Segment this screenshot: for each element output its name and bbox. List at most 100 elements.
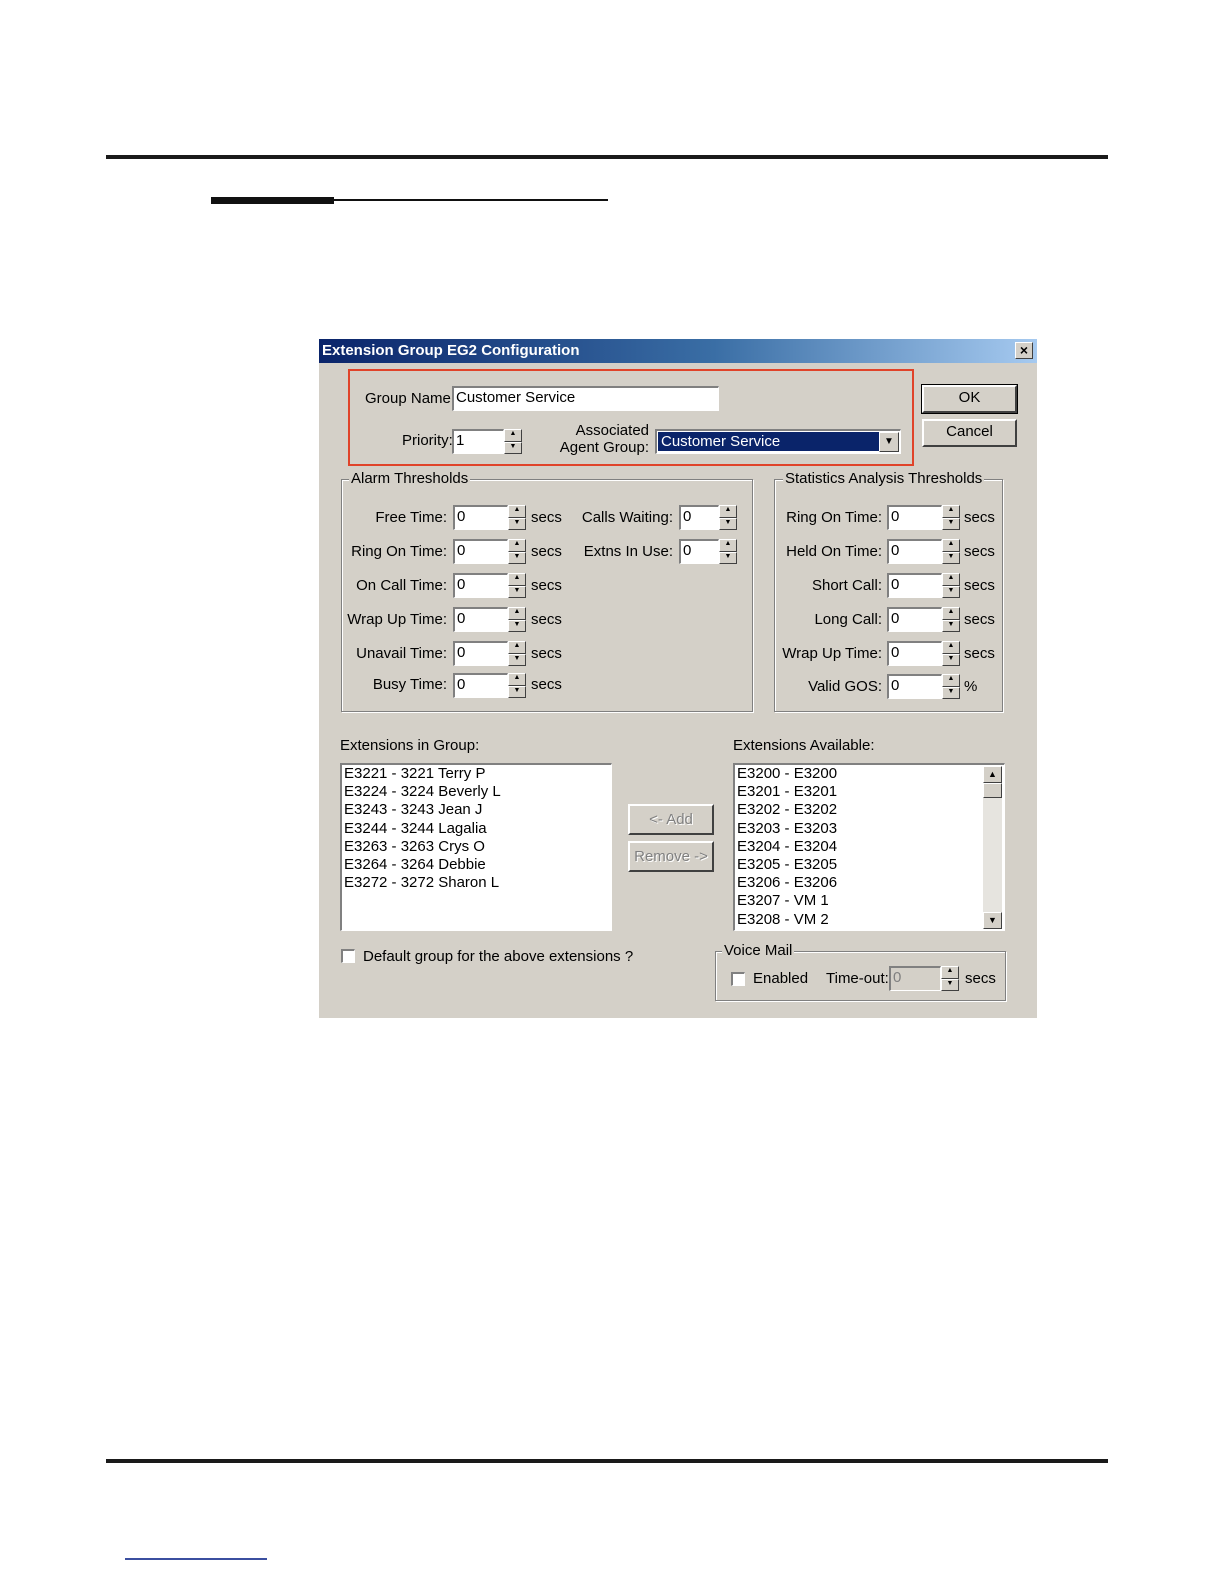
extension-group-dialog: Extension Group EG2 Configuration × Grou… [319, 339, 1037, 1018]
agent-group-selected-value: Customer Service [658, 432, 880, 451]
alarm-free-time-input[interactable]: 0 [453, 505, 508, 530]
extensions-in-group-label: Extensions in Group: [340, 737, 480, 754]
stat-short-call-label: Short Call: [811, 577, 882, 594]
footer-link-line [125, 1558, 267, 1560]
voicemail-timeout-input[interactable]: 0 [889, 966, 941, 991]
stat-long-call-input[interactable]: 0 [887, 607, 942, 632]
alarm-free-time-label: Free Time: [375, 509, 447, 526]
priority-input[interactable]: 1 [452, 429, 504, 454]
list-item[interactable]: E3205 - E3205 [735, 856, 1004, 874]
alarm-ring-on-unit: secs [531, 543, 562, 560]
voicemail-timeout-spinner[interactable]: ▲ ▼ [941, 966, 959, 991]
extensions-in-group-list[interactable]: E3221 - 3221 Terry P E3224 - 3224 Beverl… [340, 763, 612, 931]
stat-held-on-input[interactable]: 0 [887, 539, 942, 564]
scroll-up-icon[interactable]: ▲ [983, 766, 1002, 783]
list-item[interactable]: E3204 - E3204 [735, 838, 1004, 856]
list-item[interactable]: E3201 - E3201 [735, 783, 1004, 801]
list-item[interactable]: E3224 - 3224 Beverly L [342, 783, 611, 801]
list-item[interactable]: E3243 - 3243 Jean J [342, 801, 611, 819]
list-item[interactable]: E3208 - VM 2 [735, 911, 1004, 929]
dialog-title: Extension Group EG2 Configuration [322, 342, 580, 359]
alarm-ring-on-input[interactable]: 0 [453, 539, 508, 564]
stat-long-call-unit: secs [964, 611, 995, 628]
ok-button[interactable]: OK [921, 384, 1018, 414]
agent-group-select[interactable]: Customer Service [655, 429, 901, 454]
alarm-unavail-input[interactable]: 0 [453, 641, 508, 666]
stat-ring-on-input[interactable]: 0 [887, 505, 942, 530]
alarm-wrap-up-spinner[interactable]: ▲ ▼ [508, 607, 526, 632]
stat-wrap-up-label: Wrap Up Time: [782, 645, 882, 662]
close-icon[interactable]: × [1015, 342, 1033, 359]
stat-valid-gos-input[interactable]: 0 [887, 674, 942, 699]
extns-in-use-label: Extns In Use: [583, 543, 673, 560]
voicemail-enabled-checkbox[interactable] [731, 972, 745, 986]
section-rule-thin [334, 199, 608, 201]
group-name-input[interactable]: Customer Service [452, 386, 719, 411]
alarm-ring-on-label: Ring On Time: [351, 543, 447, 560]
priority-label: Priority: [402, 432, 453, 449]
stat-short-call-spinner[interactable]: ▲ ▼ [942, 573, 960, 598]
list-item[interactable]: E3207 - VM 1 [735, 892, 1004, 910]
stat-short-call-input[interactable]: 0 [887, 573, 942, 598]
voicemail-enabled-label: Enabled [753, 970, 809, 987]
priority-spinner[interactable]: ▲ ▼ [504, 429, 522, 454]
stat-valid-gos-spinner[interactable]: ▲ ▼ [942, 674, 960, 699]
alarm-on-call-unit: secs [531, 577, 562, 594]
alarm-unavail-spinner[interactable]: ▲ ▼ [508, 641, 526, 666]
alarm-on-call-input[interactable]: 0 [453, 573, 508, 598]
alarm-busy-input[interactable]: 0 [453, 673, 508, 698]
voicemail-timeout-label: Time-out: [826, 970, 889, 987]
list-item[interactable]: E3272 - 3272 Sharon L [342, 874, 611, 892]
list-item[interactable]: E3221 - 3221 Terry P [342, 765, 611, 783]
add-button[interactable]: <- Add [628, 804, 714, 835]
stat-wrap-up-spinner[interactable]: ▲ ▼ [942, 641, 960, 666]
stat-wrap-up-unit: secs [964, 645, 995, 662]
list-item[interactable]: E3203 - E3203 [735, 820, 1004, 838]
calls-waiting-label: Calls Waiting: [581, 509, 673, 526]
calls-waiting-spinner[interactable]: ▲ ▼ [719, 505, 737, 530]
alarm-ring-on-spinner[interactable]: ▲ ▼ [508, 539, 526, 564]
alarm-free-time-spinner[interactable]: ▲ ▼ [508, 505, 526, 530]
alarm-wrap-up-input[interactable]: 0 [453, 607, 508, 632]
scroll-thumb[interactable] [983, 783, 1002, 798]
alarm-busy-label: Busy Time: [372, 676, 447, 693]
extns-in-use-spinner[interactable]: ▲ ▼ [719, 539, 737, 564]
alarm-busy-unit: secs [531, 676, 562, 693]
stat-wrap-up-input[interactable]: 0 [887, 641, 942, 666]
stat-held-on-spinner[interactable]: ▲ ▼ [942, 539, 960, 564]
header-rule [106, 155, 1108, 159]
voice-mail-title: Voice Mail [722, 942, 795, 959]
scroll-down-icon[interactable]: ▼ [983, 912, 1002, 929]
section-rule-thick [211, 197, 334, 204]
extensions-available-list[interactable]: E3200 - E3200 E3201 - E3201 E3202 - E320… [733, 763, 1005, 931]
agent-group-label: Agent Group: [559, 439, 649, 456]
stat-long-call-spinner[interactable]: ▲ ▼ [942, 607, 960, 632]
chevron-down-icon[interactable]: ▼ [879, 432, 899, 452]
group-name-label: Group Name: [365, 390, 456, 407]
list-item[interactable]: E3264 - 3264 Debbie [342, 856, 611, 874]
alarm-unavail-unit: secs [531, 645, 562, 662]
list-item[interactable]: E3263 - 3263 Crys O [342, 838, 611, 856]
stat-held-on-label: Held On Time: [786, 543, 882, 560]
list-item[interactable]: E3200 - E3200 [735, 765, 1004, 783]
alarm-unavail-label: Unavail Time: [356, 645, 447, 662]
cancel-button[interactable]: Cancel [922, 419, 1017, 447]
stat-ring-on-unit: secs [964, 509, 995, 526]
alarm-on-call-spinner[interactable]: ▲ ▼ [508, 573, 526, 598]
voicemail-timeout-unit: secs [965, 970, 996, 987]
remove-button[interactable]: Remove -> [628, 841, 714, 872]
list-item[interactable]: E3202 - E3202 [735, 801, 1004, 819]
default-group-checkbox[interactable] [341, 949, 355, 963]
alarm-on-call-label: On Call Time: [356, 577, 447, 594]
list-item[interactable]: E3244 - 3244 Lagalia [342, 820, 611, 838]
stat-long-call-label: Long Call: [814, 611, 882, 628]
dialog-titlebar[interactable]: Extension Group EG2 Configuration × [319, 339, 1037, 363]
alarm-wrap-up-label: Wrap Up Time: [347, 611, 447, 628]
alarm-busy-spinner[interactable]: ▲ ▼ [508, 673, 526, 698]
stat-ring-on-spinner[interactable]: ▲ ▼ [942, 505, 960, 530]
extns-in-use-input[interactable]: 0 [679, 539, 719, 564]
statistics-thresholds-title: Statistics Analysis Thresholds [783, 470, 985, 487]
stat-ring-on-label: Ring On Time: [786, 509, 882, 526]
list-item[interactable]: E3206 - E3206 [735, 874, 1004, 892]
calls-waiting-input[interactable]: 0 [679, 505, 719, 530]
